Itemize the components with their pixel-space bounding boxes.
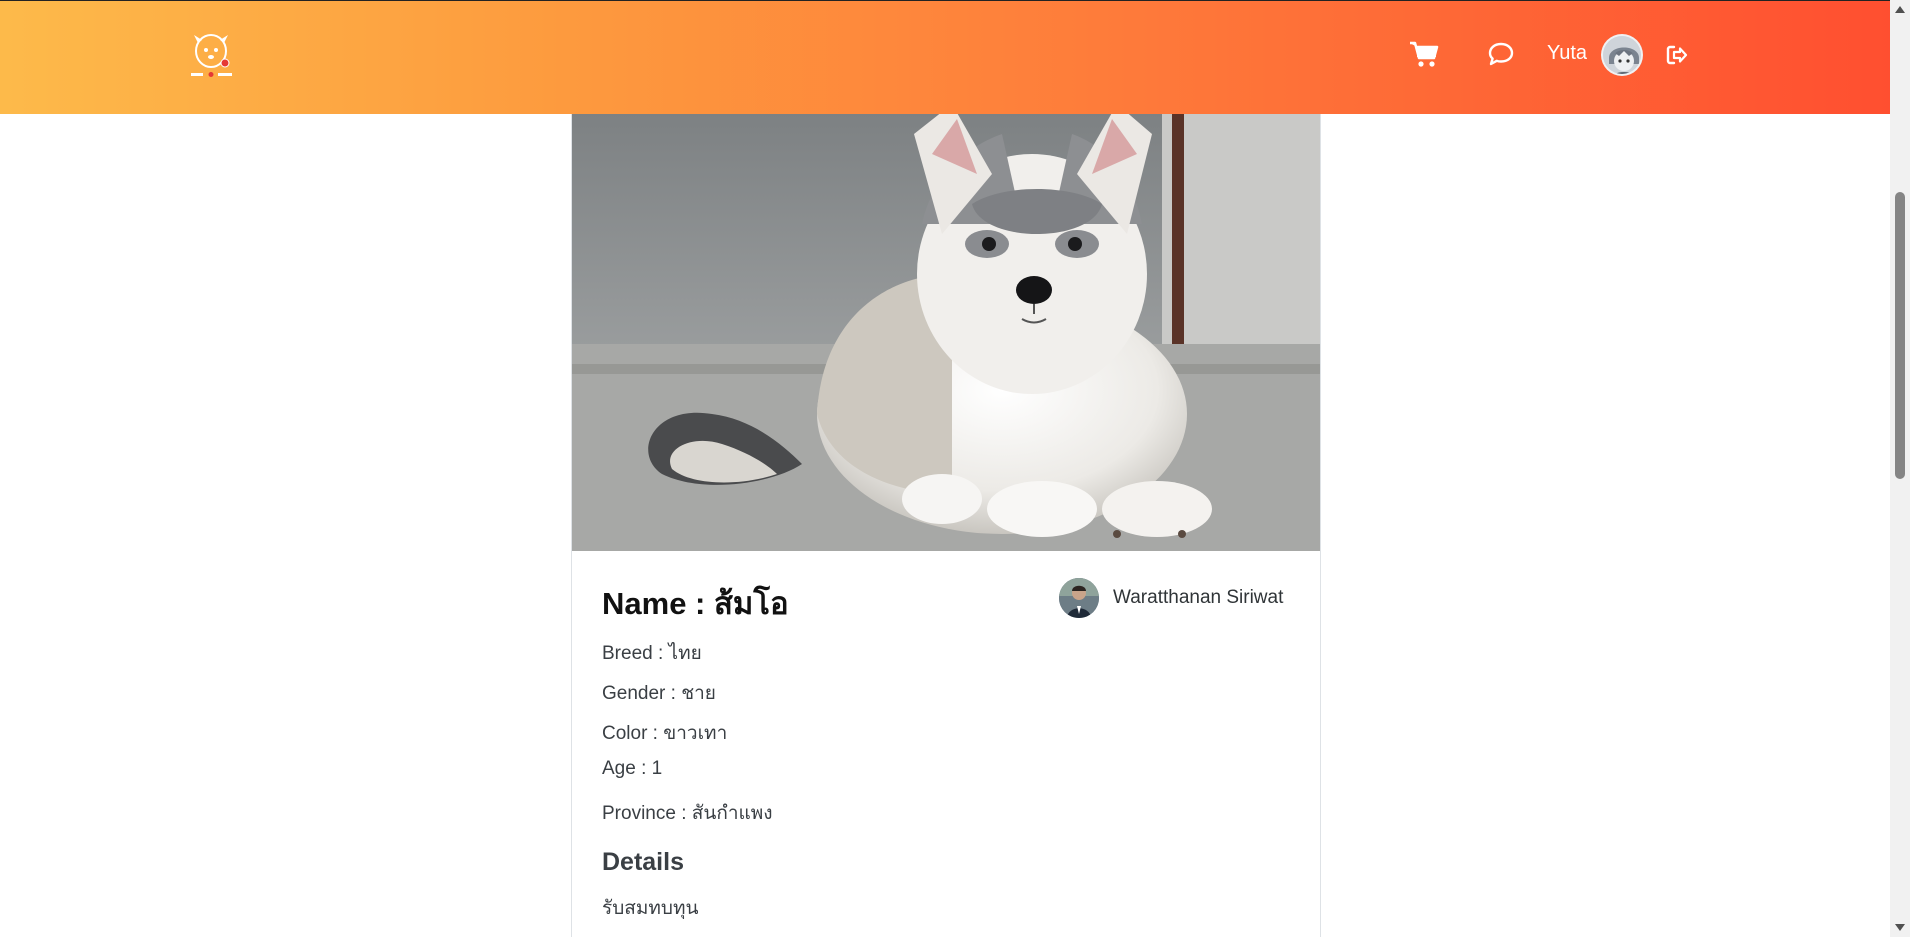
details-text: รับสมทบทุน [602,898,699,919]
owner-avatar[interactable] [1059,578,1099,618]
pet-age: Age : 1 [602,758,663,779]
pet-detail-card: Name : ส้มโอ Waratthanan Siriwat Breed :… [571,114,1321,937]
pet-gender: Gender : ชาย [602,683,716,704]
scroll-down-arrow-icon[interactable] [1895,924,1905,931]
pet-house-logo[interactable] [188,31,234,81]
owner-name[interactable]: Waratthanan Siriwat [1113,587,1283,609]
details-heading: Details [602,848,684,876]
scrollbar-thumb[interactable] [1895,192,1905,479]
pet-breed: Breed : ไทย [602,643,702,664]
chat-icon[interactable] [1487,41,1515,67]
scroll-up-arrow-icon[interactable] [1895,6,1905,13]
pet-color: Color : ขาวเทา [602,723,728,744]
username[interactable]: Yuta [1547,42,1587,65]
pet-name: Name : ส้มโอ [602,586,789,621]
husky-puppy-photo [572,114,1320,551]
user-avatar[interactable] [1601,34,1643,76]
owner-profile-link[interactable]: Waratthanan Siriwat [1059,578,1299,618]
logout-icon[interactable] [1665,43,1689,67]
top-navbar: Yuta [0,0,1890,114]
cart-icon[interactable] [1409,40,1439,68]
pet-province: Province : สันกำแพง [602,803,773,824]
